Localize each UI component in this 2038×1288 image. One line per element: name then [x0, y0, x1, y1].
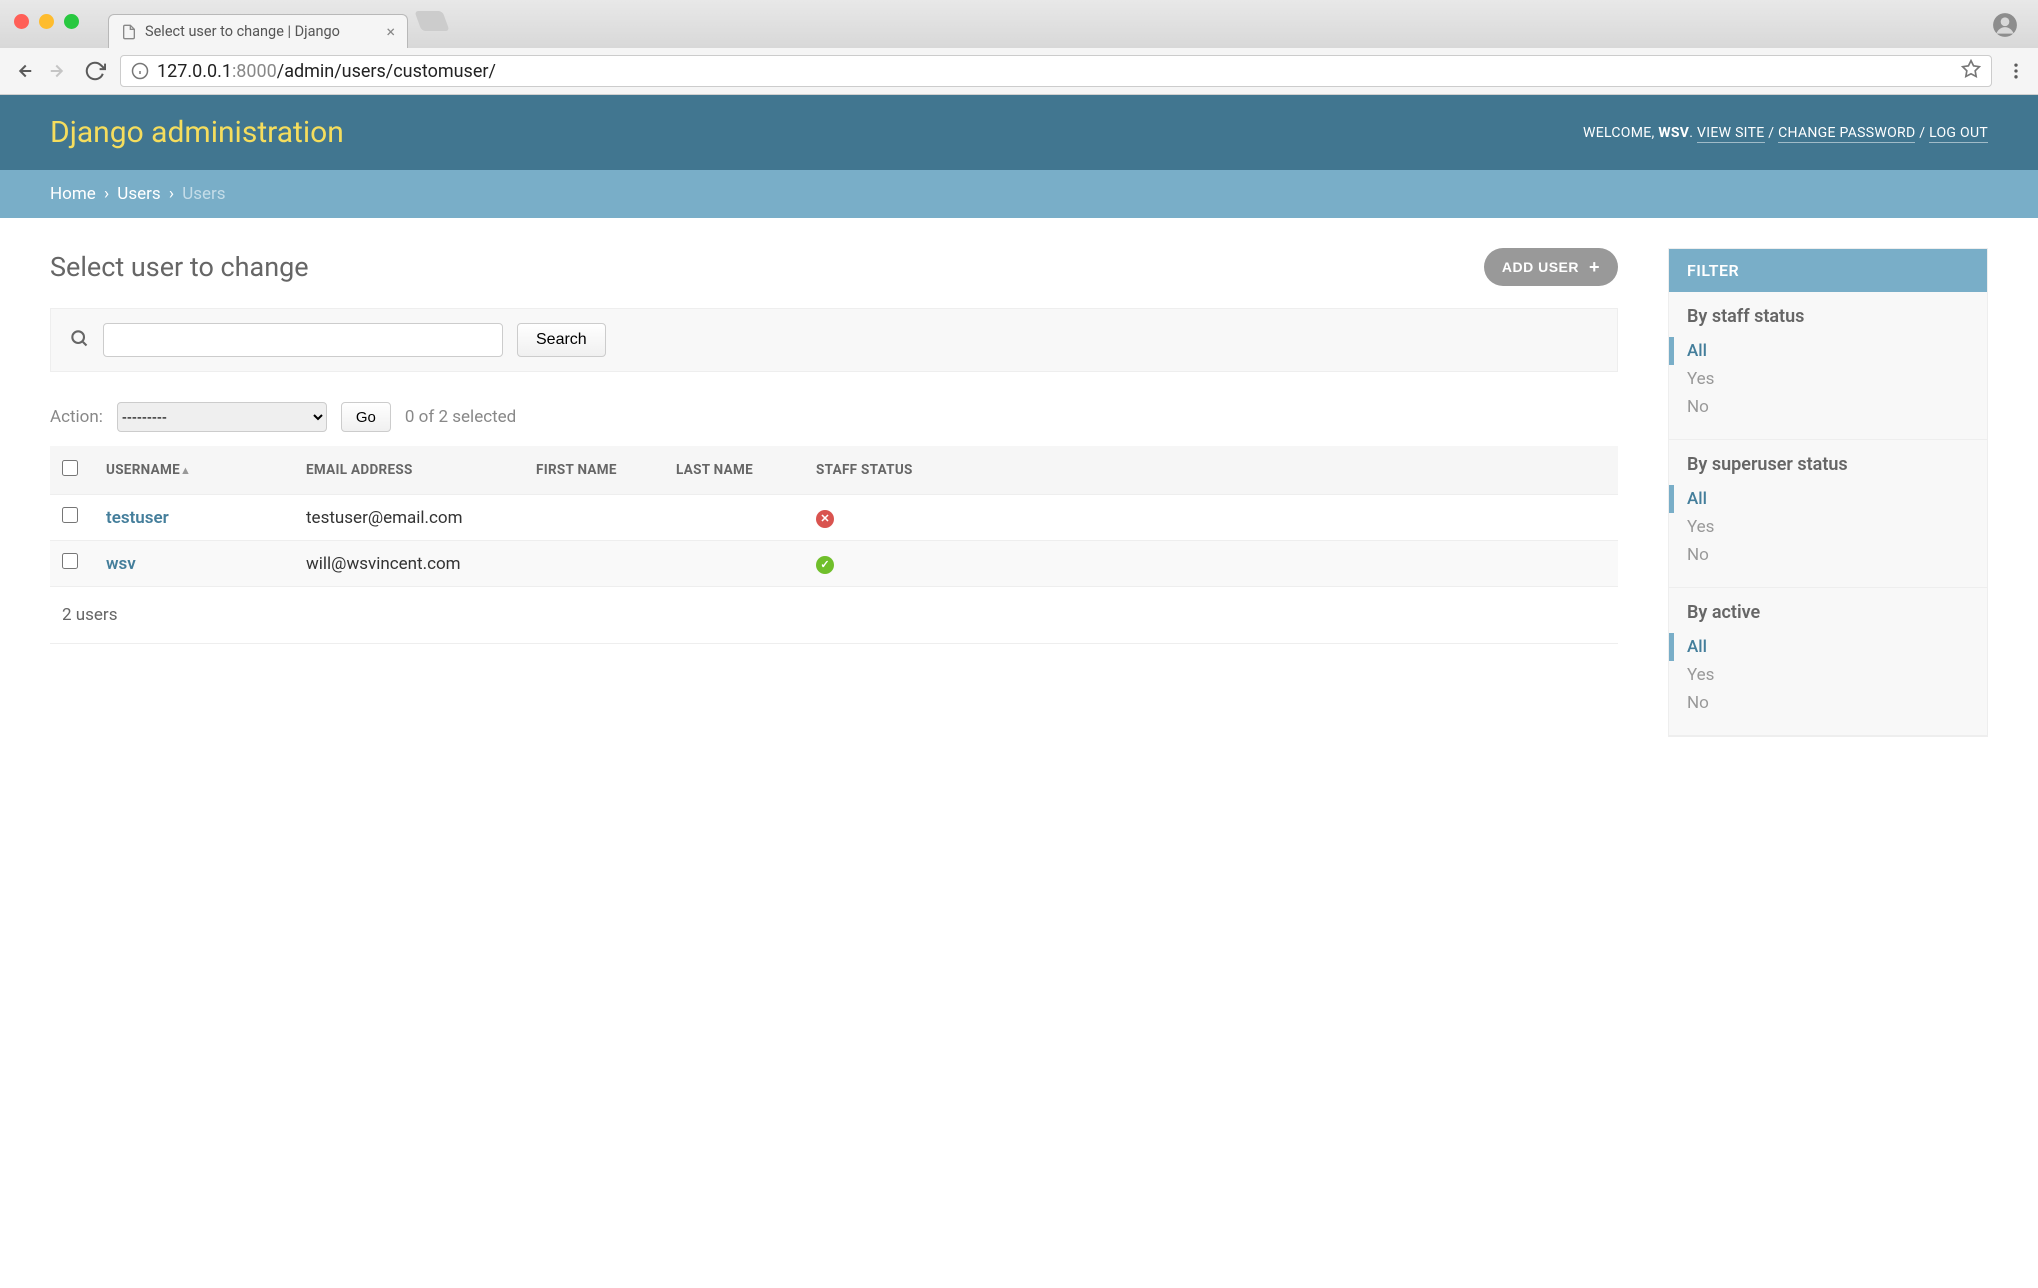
breadcrumb-current: Users: [182, 184, 225, 204]
filter-option[interactable]: No: [1687, 541, 1969, 569]
cell-email: testuser@email.com: [294, 495, 524, 541]
search-icon: [69, 328, 89, 352]
minimize-window-icon[interactable]: [39, 14, 54, 29]
forward-button: [48, 60, 70, 82]
col-staff-status[interactable]: STAFF STATUS: [804, 446, 1618, 495]
site-info-icon[interactable]: [131, 62, 149, 80]
add-user-button[interactable]: ADD USER +: [1484, 248, 1618, 286]
page-icon: [121, 24, 137, 40]
filter-option[interactable]: No: [1687, 689, 1969, 717]
user-tools: WELCOME, WSV. VIEW SITE / CHANGE PASSWOR…: [1583, 125, 1988, 141]
breadcrumb-home[interactable]: Home: [50, 184, 96, 204]
filter-group: By staff status AllYesNo: [1669, 292, 1987, 440]
site-title: Django administration: [50, 115, 344, 150]
sort-asc-icon[interactable]: ▲: [180, 464, 191, 477]
logout-link[interactable]: LOG OUT: [1929, 125, 1988, 143]
close-tab-icon[interactable]: ×: [386, 22, 395, 41]
filter-option[interactable]: Yes: [1687, 661, 1969, 689]
add-user-label: ADD USER: [1502, 259, 1579, 275]
filter-group-label: By staff status: [1687, 306, 1969, 327]
browser-toolbar: 127.0.0.1:8000/admin/users/customuser/: [0, 48, 2038, 95]
filter-option[interactable]: All: [1669, 337, 1969, 365]
action-select[interactable]: ---------: [117, 402, 327, 432]
plus-icon: +: [1589, 258, 1600, 276]
filter-option[interactable]: No: [1687, 393, 1969, 421]
filter-group: By active AllYesNo: [1669, 588, 1987, 736]
reload-button[interactable]: [84, 60, 106, 82]
col-last-name[interactable]: LAST NAME: [664, 446, 804, 495]
bookmark-star-icon[interactable]: [1961, 59, 1981, 84]
filter-panel: FILTER By staff statusAllYesNoBy superus…: [1668, 248, 1988, 737]
cell-email: will@wsvincent.com: [294, 541, 524, 587]
breadcrumb: Home › Users › Users: [0, 170, 2038, 218]
filter-title: FILTER: [1669, 249, 1987, 292]
filter-option[interactable]: Yes: [1687, 513, 1969, 541]
action-label: Action:: [50, 407, 103, 427]
profile-icon[interactable]: [1992, 12, 2018, 38]
filter-option[interactable]: All: [1669, 485, 1969, 513]
window-controls: [14, 14, 79, 29]
page-title: Select user to change: [50, 251, 309, 283]
cell-first-name: [524, 495, 664, 541]
table-row: testuser testuser@email.com ✕: [50, 495, 1618, 541]
paginator: 2 users: [50, 587, 1618, 644]
table-row: wsv will@wsvincent.com ✓: [50, 541, 1618, 587]
search-input[interactable]: [103, 323, 503, 357]
address-bar[interactable]: 127.0.0.1:8000/admin/users/customuser/: [120, 55, 1992, 87]
col-email[interactable]: EMAIL ADDRESS: [294, 446, 524, 495]
users-table: USERNAME▲ EMAIL ADDRESS FIRST NAME LAST …: [50, 446, 1618, 587]
username-display: WSV: [1658, 125, 1689, 141]
filter-group: By superuser status AllYesNo: [1669, 440, 1987, 588]
filter-option[interactable]: All: [1669, 633, 1969, 661]
view-site-link[interactable]: VIEW SITE: [1697, 125, 1765, 143]
col-first-name[interactable]: FIRST NAME: [524, 446, 664, 495]
user-link[interactable]: wsv: [106, 554, 136, 574]
select-all-checkbox[interactable]: [62, 460, 78, 476]
back-button[interactable]: [12, 60, 34, 82]
selection-count: 0 of 2 selected: [405, 407, 516, 427]
check-icon: ✓: [816, 556, 834, 574]
browser-tab[interactable]: Select user to change | Django ×: [108, 14, 408, 48]
new-tab-button[interactable]: [414, 11, 449, 31]
filter-group-label: By superuser status: [1687, 454, 1969, 475]
go-button[interactable]: Go: [341, 402, 391, 432]
filter-option[interactable]: Yes: [1687, 365, 1969, 393]
browser-tab-bar: Select user to change | Django ×: [0, 0, 2038, 48]
search-bar: Search: [50, 308, 1618, 372]
search-button[interactable]: Search: [517, 323, 606, 357]
url-host: 127.0.0.1:8000/admin/users/customuser/: [157, 61, 496, 82]
change-password-link[interactable]: CHANGE PASSWORD: [1778, 125, 1915, 143]
cell-first-name: [524, 541, 664, 587]
col-username[interactable]: USERNAME: [106, 462, 180, 478]
row-checkbox[interactable]: [62, 553, 78, 569]
cross-icon: ✕: [816, 510, 834, 528]
tab-title: Select user to change | Django: [145, 23, 340, 40]
welcome-text: WELCOME,: [1583, 125, 1658, 141]
maximize-window-icon[interactable]: [64, 14, 79, 29]
breadcrumb-app[interactable]: Users: [117, 184, 160, 204]
browser-menu-button[interactable]: [2006, 61, 2026, 81]
user-link[interactable]: testuser: [106, 508, 169, 528]
filter-group-label: By active: [1687, 602, 1969, 623]
django-header: Django administration WELCOME, WSV. VIEW…: [0, 95, 2038, 170]
row-checkbox[interactable]: [62, 507, 78, 523]
cell-last-name: [664, 495, 804, 541]
cell-last-name: [664, 541, 804, 587]
actions-row: Action: --------- Go 0 of 2 selected: [50, 402, 1618, 432]
close-window-icon[interactable]: [14, 14, 29, 29]
